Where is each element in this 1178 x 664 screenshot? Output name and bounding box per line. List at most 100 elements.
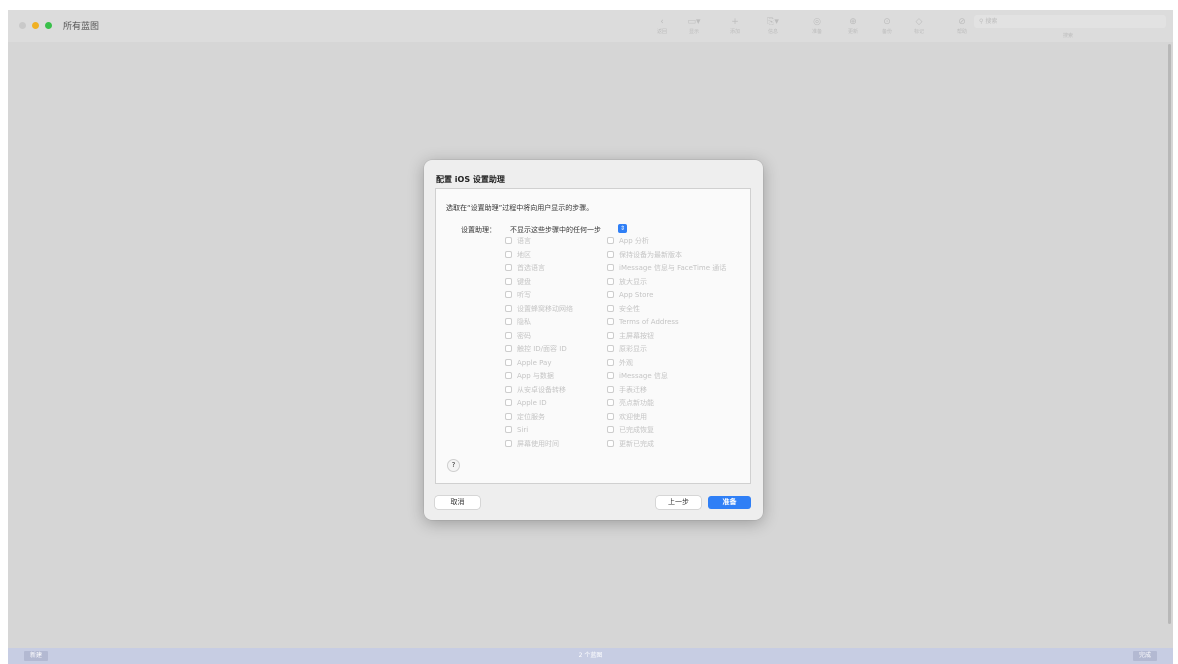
checkbox[interactable]	[505, 345, 512, 352]
help-button[interactable]: ?	[447, 459, 460, 472]
checkbox[interactable]	[607, 331, 614, 339]
checkbox[interactable]	[505, 385, 512, 393]
checkbox[interactable]	[607, 318, 614, 325]
toolbar-button-label: 添加	[729, 29, 740, 35]
option-label: 地区	[517, 250, 531, 259]
checkbox[interactable]	[607, 385, 614, 393]
option-label: iMessage 信息	[619, 372, 668, 380]
option-label: 安全性	[619, 304, 640, 313]
search-placeholder: 搜索	[985, 18, 998, 25]
search-label: 搜索	[1063, 33, 1074, 39]
toolbar-button-5[interactable]: ⊕ 更新	[840, 16, 866, 42]
toolbar-button-label: 信息	[767, 29, 778, 35]
option-label: 触控 ID/面容 ID	[517, 345, 567, 353]
help-icon: ⊘	[958, 17, 966, 27]
toolbar-button-8[interactable]: ⊘ 帮助	[949, 16, 975, 42]
checkbox[interactable]	[505, 331, 512, 339]
window-title: 所有蓝图	[63, 22, 100, 32]
options-panel: 选取在“设置助理”过程中将向用户显示的步骤。 设置助理： 不显示这些步骤中的任何…	[435, 188, 751, 484]
checkbox[interactable]	[607, 250, 614, 258]
checkbox[interactable]	[505, 304, 512, 312]
checkbox[interactable]	[505, 318, 512, 325]
option-label: 欢迎使用	[619, 412, 647, 421]
toolbar-button-1[interactable]: ▭▾ 显示	[681, 16, 707, 42]
option-label: 放大显示	[619, 277, 647, 286]
option-label: Apple Pay	[517, 358, 552, 367]
option-label: App 分析	[619, 237, 649, 245]
checkbox[interactable]	[607, 277, 614, 285]
toolbar-button-label: 备份	[881, 29, 892, 35]
option-label: 更新已完成	[619, 439, 654, 448]
checkbox[interactable]	[607, 426, 614, 433]
cancel-button[interactable]: 取消	[435, 496, 480, 509]
checkbox[interactable]	[505, 426, 512, 433]
checkbox[interactable]	[607, 304, 614, 312]
option-label: 手表迁移	[619, 385, 647, 394]
apps-icon: ⎘▾	[767, 17, 779, 27]
checkbox[interactable]	[607, 399, 614, 406]
checkbox[interactable]	[505, 291, 512, 298]
instruction-text: 选取在“设置助理”过程中将向用户显示的步骤。	[446, 204, 594, 212]
option-label: 亮点新功能	[619, 399, 654, 407]
checkbox[interactable]	[607, 372, 614, 379]
checkbox[interactable]	[607, 439, 614, 447]
prepare-button[interactable]: 准备	[708, 496, 751, 509]
toolbar-button-2[interactable]: + 添加	[722, 16, 748, 42]
title-bar: 所有蓝图 ‹ 返回 ▭▾ 显示 + 添加 ⎘▾ 信息 ◎ 准备 ⊕ 更新 ⊙ 备份 ◇ 标记 ⊘ 帮助 ⚲ 搜索 …	[8, 10, 1173, 42]
toolbar-button-label: 显示	[688, 29, 699, 35]
dialog-title: 配置 iOS 设置助理	[436, 175, 505, 184]
toolbar-button-7[interactable]: ◇ 标记	[906, 16, 932, 42]
setup-assistant-label: 设置助理：	[461, 226, 496, 234]
toolbar-button-label: 标记	[913, 29, 924, 35]
scrollbar[interactable]	[1168, 44, 1171, 624]
checkbox[interactable]	[607, 291, 614, 298]
option-label: App 与数据	[517, 372, 554, 380]
backup-icon: ⊙	[883, 17, 891, 27]
checkbox[interactable]	[505, 412, 512, 420]
popup-arrows-icon[interactable]: ⇕	[618, 224, 627, 233]
checkbox[interactable]	[505, 358, 512, 366]
minimize-window-button[interactable]	[32, 22, 39, 29]
checkbox[interactable]	[607, 358, 614, 366]
done-button[interactable]: 完成	[1132, 651, 1157, 661]
option-label: Siri	[517, 426, 529, 434]
option-label: 外观	[619, 358, 633, 367]
option-label: App Store	[619, 291, 654, 299]
option-label: iMessage 信息与 FaceTime 通话	[619, 264, 727, 272]
option-label: 原彩显示	[619, 345, 647, 353]
option-label: 屏幕使用时间	[517, 439, 559, 448]
display-icon: ▭▾	[687, 17, 701, 27]
checkbox[interactable]	[607, 237, 614, 244]
checkbox[interactable]	[505, 237, 512, 244]
update-icon: ⊕	[849, 17, 857, 27]
tag-icon: ◇	[915, 17, 923, 27]
previous-step-button[interactable]: 上一步	[656, 496, 701, 509]
checkbox[interactable]	[505, 277, 512, 285]
checkbox[interactable]	[505, 399, 512, 406]
checkbox[interactable]	[505, 264, 512, 271]
toolbar-button-label: 准备	[811, 29, 822, 35]
checkbox[interactable]	[607, 264, 614, 271]
zoom-window-button[interactable]	[45, 22, 52, 29]
search-field[interactable]: ⚲ 搜索	[974, 15, 1166, 28]
option-label: 保持设备为最新版本	[619, 250, 682, 259]
toolbar-button-6[interactable]: ⊙ 备份	[874, 16, 900, 42]
toolbar-button-4[interactable]: ◎ 准备	[804, 16, 830, 42]
checkbox[interactable]	[607, 412, 614, 420]
toolbar-button-0[interactable]: ‹ 返回	[649, 16, 675, 42]
option-label: 已完成恢复	[619, 426, 654, 434]
checkbox[interactable]	[505, 250, 512, 258]
toolbar-button-label: 帮助	[956, 29, 967, 35]
add-icon: +	[731, 17, 739, 27]
close-window-button[interactable]	[19, 22, 26, 29]
option-label: 首选语言	[517, 264, 545, 272]
setup-assistant-popup[interactable]: 不显示这些步骤中的任何一步	[510, 225, 601, 235]
chevron-left-icon: ‹	[660, 17, 664, 27]
checkbox[interactable]	[607, 345, 614, 352]
blueprint-count: 2 个蓝图	[578, 652, 603, 659]
toolbar-button-3[interactable]: ⎘▾ 信息	[760, 16, 786, 42]
option-label: Terms of Address	[619, 318, 679, 326]
checkbox[interactable]	[505, 439, 512, 447]
checkbox[interactable]	[505, 372, 512, 379]
bottom-bar: 新建 2 个蓝图 完成	[8, 648, 1173, 664]
